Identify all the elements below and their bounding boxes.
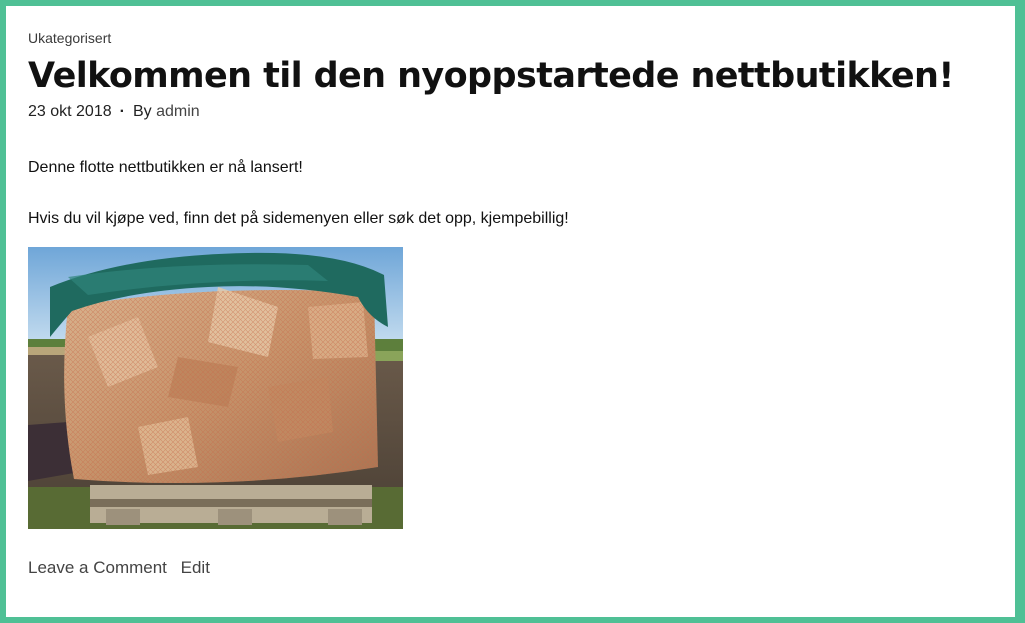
edit-link[interactable]: Edit [181,558,210,577]
post-title: Velkommen til den nyoppstartede nettbuti… [28,56,954,96]
post-meta: 23 okt 2018 · By admin [28,102,988,122]
meta-separator: · [119,103,125,120]
firewood-pallet-image [28,247,403,529]
author-link[interactable]: admin [156,103,200,120]
post-footer: Leave a Comment Edit [28,558,988,578]
category-link[interactable]: Ukategorisert [28,30,111,46]
post-date: 23 okt 2018 [28,103,112,120]
paragraph-intro: Denne flotte nettbutikken er nå lansert! [28,159,303,176]
paragraph-firewood: Hvis du vil kjøpe ved, finn det på sidem… [28,210,569,227]
by-label: By [132,103,152,120]
blog-post: Ukategorisert Velkommen til den nyoppsta… [28,30,988,578]
post-content: Denne flotte nettbutikken er nå lansert!… [28,158,988,529]
leave-comment-link[interactable]: Leave a Comment [28,558,167,577]
page-frame: Ukategorisert Velkommen til den nyoppsta… [6,6,1015,617]
